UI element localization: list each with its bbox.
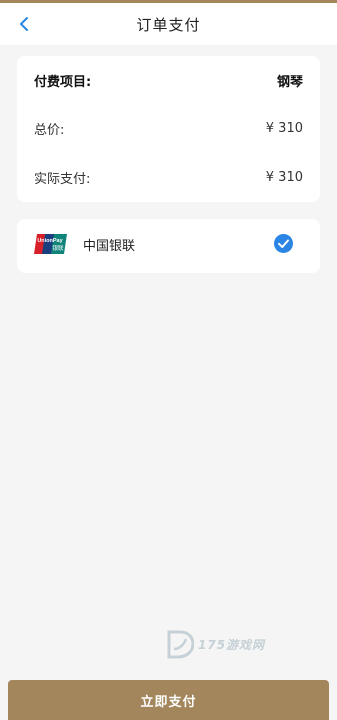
unionpay-logo-icon: UnionPay 银联 — [34, 234, 67, 254]
payment-method-unionpay[interactable]: UnionPay 银联 中国银联 — [17, 219, 320, 273]
svg-text:UnionPay: UnionPay — [37, 238, 63, 244]
order-total-row: 总价: ¥ 310 — [34, 118, 303, 138]
page-title: 订单支付 — [136, 15, 201, 34]
chevron-left-icon — [20, 17, 28, 31]
watermark: 175游戏网 — [166, 627, 294, 661]
order-total-label: 总价: — [34, 122, 65, 138]
order-item-row: 付费项目: 钢琴 — [34, 70, 303, 90]
pay-now-button[interactable]: 立即支付 — [8, 680, 329, 720]
order-actual-value: ¥ 310 — [265, 169, 303, 185]
watermark-logo-icon — [167, 630, 194, 659]
check-circle-icon[interactable] — [274, 234, 293, 253]
order-item-value: 钢琴 — [276, 74, 303, 90]
back-button[interactable] — [12, 11, 36, 37]
svg-text:银联: 银联 — [52, 244, 64, 252]
order-summary-card: 付费项目: 钢琴 总价: ¥ 310 实际支付: ¥ 310 — [17, 56, 320, 202]
payment-method-label: 中国银联 — [83, 239, 136, 254]
order-item-label: 付费项目: — [34, 74, 92, 90]
order-actual-row: 实际支付: ¥ 310 — [34, 167, 303, 187]
order-total-value: ¥ 310 — [265, 120, 303, 136]
order-actual-label: 实际支付: — [34, 171, 91, 187]
watermark-text: 175游戏网 — [198, 637, 266, 652]
nav-bar: 订单支付 — [0, 3, 337, 45]
